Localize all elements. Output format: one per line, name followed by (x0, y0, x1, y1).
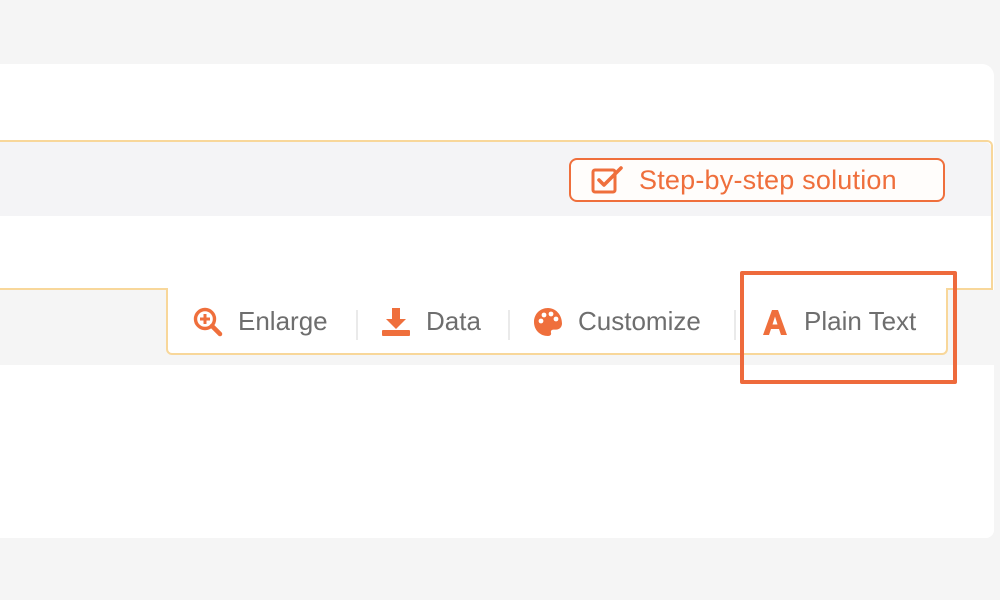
toolbar-enlarge-label: Enlarge (238, 306, 328, 336)
page: Step-by-step solution Enlarge Data Custo… (0, 0, 1000, 600)
palette-icon (532, 306, 564, 338)
step-by-step-solution-label: Step-by-step solution (639, 164, 897, 195)
toolbar-divider (508, 310, 510, 340)
download-icon (380, 306, 412, 338)
toolbar-customize-label: Customize (578, 306, 701, 336)
plain-text-highlight-box (740, 271, 957, 384)
toolbar-divider (734, 310, 736, 340)
toolbar-customize-button[interactable]: Customize (532, 288, 701, 355)
toolbar-data-button[interactable]: Data (380, 288, 481, 355)
toolbar-data-label: Data (426, 306, 481, 336)
toolbar-divider (356, 310, 358, 340)
step-by-step-solution-button[interactable]: Step-by-step solution (569, 158, 945, 202)
toolbar-enlarge-button[interactable]: Enlarge (192, 288, 328, 355)
checkbox-checked-icon (591, 165, 625, 195)
zoom-in-icon (192, 306, 224, 338)
